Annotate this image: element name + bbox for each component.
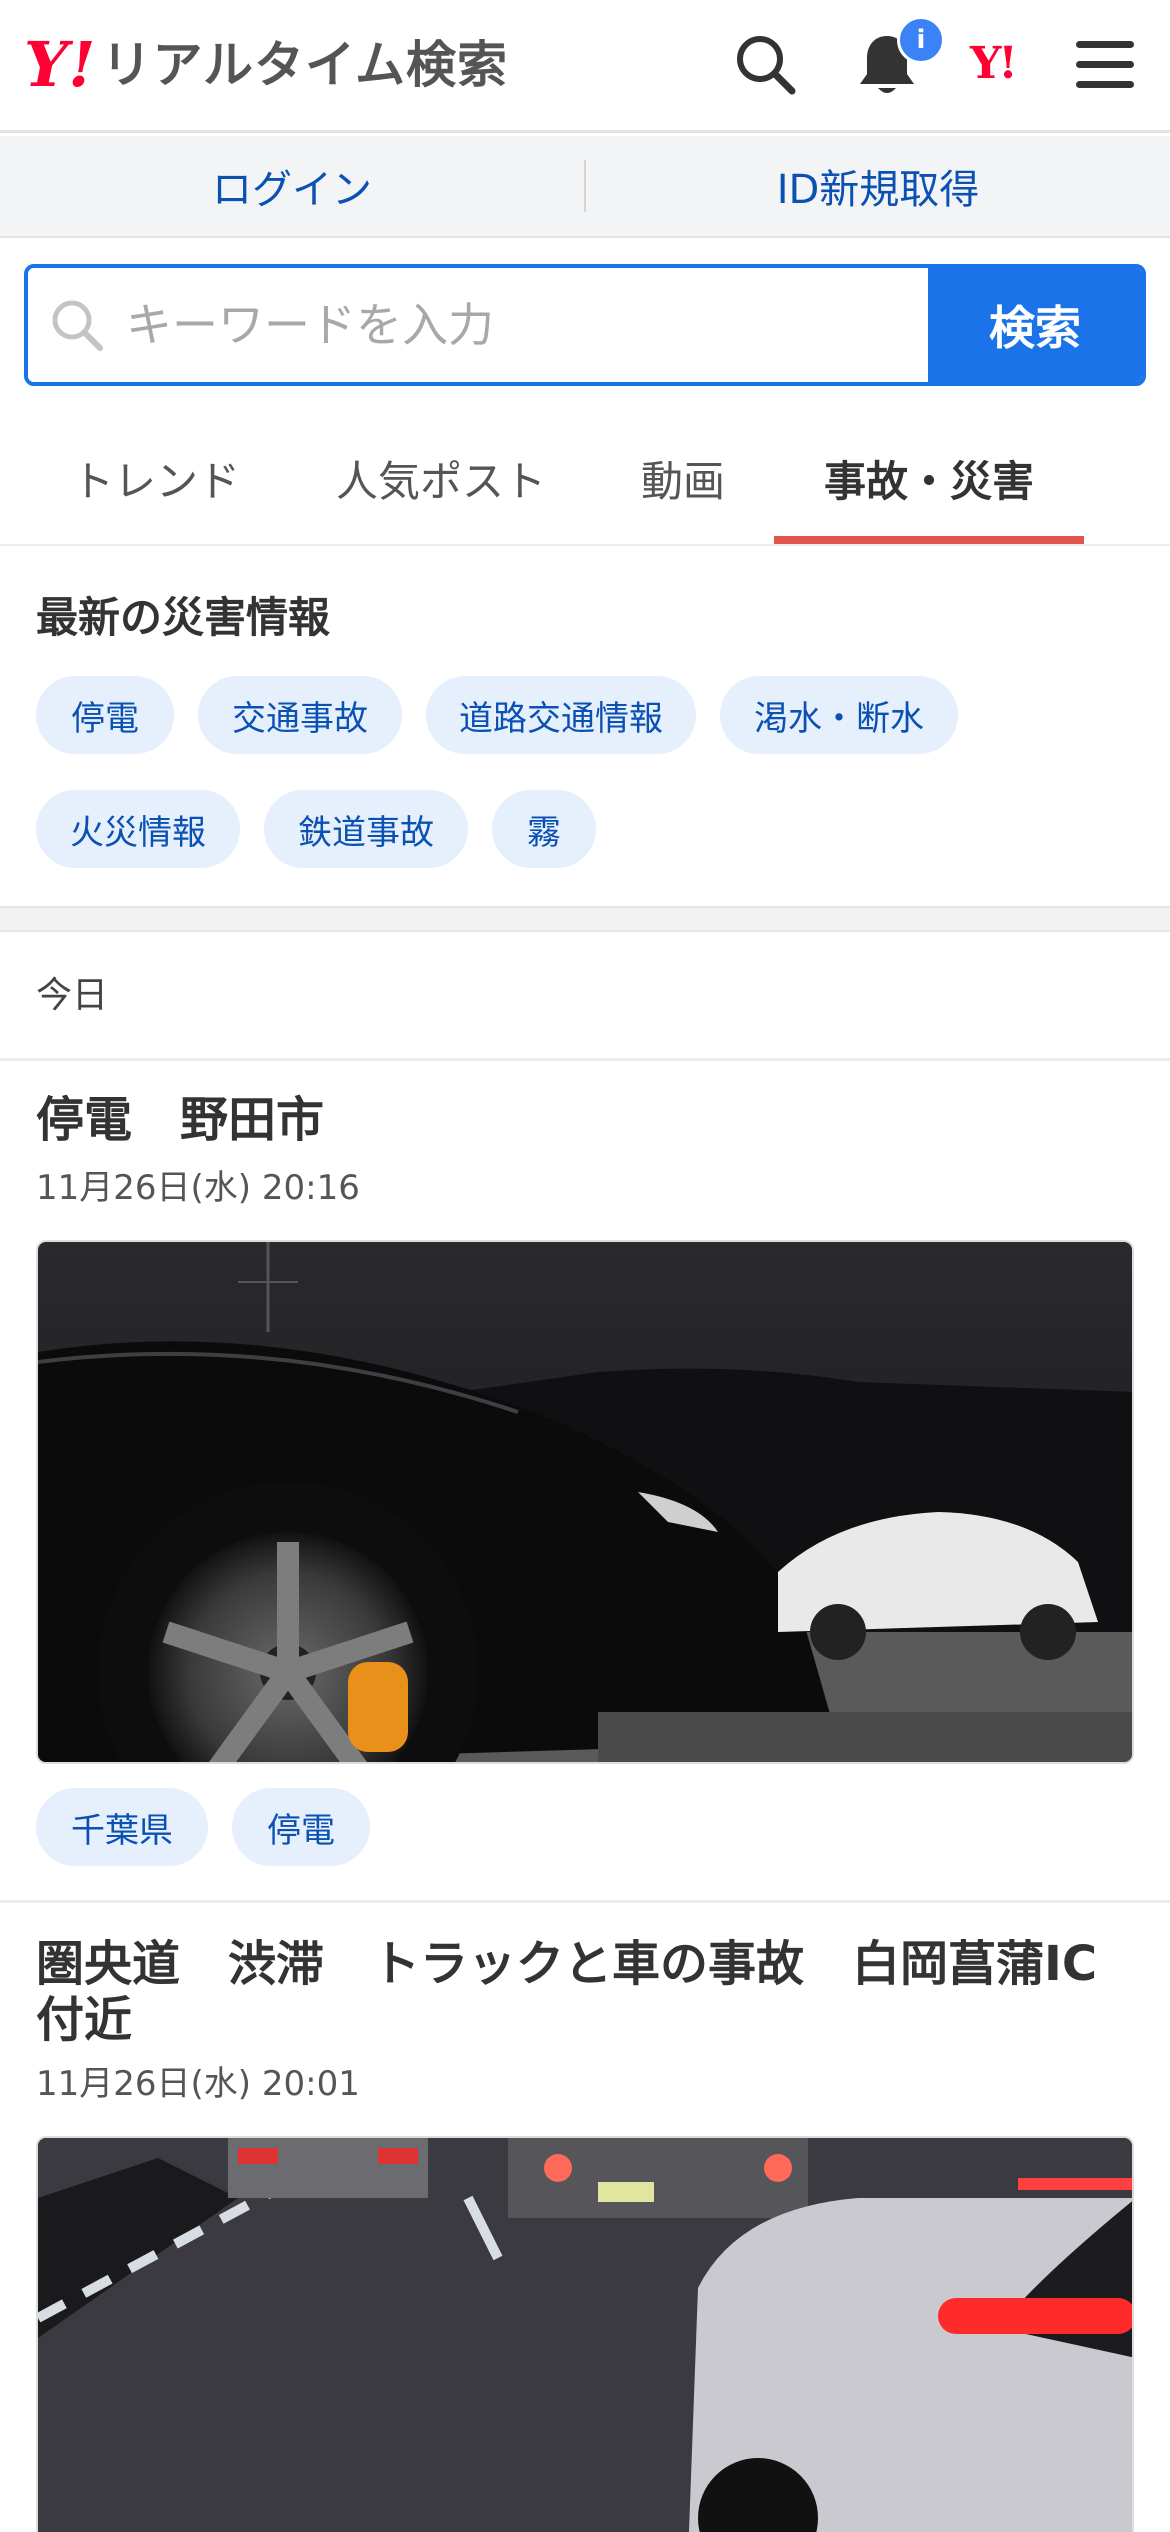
menu-icon[interactable] — [1070, 30, 1140, 100]
yahoo-realtime-logo[interactable]: Y! リアルタイム検索 — [24, 34, 508, 96]
tab-trend[interactable]: トレンド — [36, 410, 276, 546]
search-input[interactable] — [126, 298, 928, 352]
chip-traffic-accident[interactable]: 交通事故 — [198, 676, 402, 754]
notification-badge: i — [897, 16, 945, 64]
register-link[interactable]: ID新規取得 — [586, 157, 1170, 215]
chip-fog[interactable]: 霧 — [492, 790, 596, 868]
chip-water-shortage[interactable]: 渇水・断水 — [720, 676, 958, 754]
tab-popular-posts[interactable]: 人気ポスト — [316, 410, 566, 546]
post-photo[interactable] — [36, 2136, 1134, 2532]
feed-divider — [0, 1900, 1170, 1903]
search-field — [28, 268, 928, 382]
login-link[interactable]: ログイン — [0, 157, 584, 215]
chip-railway-accident[interactable]: 鉄道事故 — [264, 790, 468, 868]
post-title[interactable]: 停電 野田市 — [36, 1092, 1136, 1148]
search-field-icon — [28, 297, 126, 353]
search-button[interactable]: 検索 — [928, 268, 1142, 382]
chip-tag-chiba[interactable]: 千葉県 — [36, 1788, 208, 1866]
logo-mark: Y! — [24, 28, 96, 101]
tab-accident-disaster[interactable]: 事故・災害 — [774, 410, 1084, 546]
section-divider — [0, 906, 1170, 932]
active-tab-indicator — [774, 536, 1084, 544]
chip-road-traffic[interactable]: 道路交通情報 — [426, 676, 696, 754]
search-icon[interactable] — [731, 30, 801, 100]
chip-power-outage[interactable]: 停電 — [36, 676, 174, 754]
category-tabs: トレンド 人気ポスト 動画 事故・災害 — [0, 410, 1170, 546]
chip-fire-info[interactable]: 火災情報 — [36, 790, 240, 868]
post-photo[interactable] — [36, 1240, 1134, 1764]
disaster-section-title: 最新の災害情報 — [36, 593, 331, 642]
day-label: 今日 — [36, 975, 109, 1016]
auth-bar: ログイン ID新規取得 — [0, 136, 1170, 238]
logo-text: リアルタイム検索 — [101, 36, 508, 94]
chip-tag-power-outage[interactable]: 停電 — [232, 1788, 370, 1866]
post-title[interactable]: 圏央道 渋滞 トラックと車の事故 白岡菖蒲IC付近 — [36, 1936, 1136, 2048]
tab-video[interactable]: 動画 — [608, 410, 758, 546]
yahoo-logo-icon[interactable]: Y! — [970, 38, 1018, 89]
search-bar: 検索 — [24, 264, 1146, 386]
feed-divider — [0, 1058, 1170, 1061]
app-header: Y! リアルタイム検索 i Y! — [0, 0, 1170, 133]
post-date: 11月26日(水) 20:16 — [36, 1168, 360, 1208]
post-date: 11月26日(水) 20:01 — [36, 2064, 360, 2104]
